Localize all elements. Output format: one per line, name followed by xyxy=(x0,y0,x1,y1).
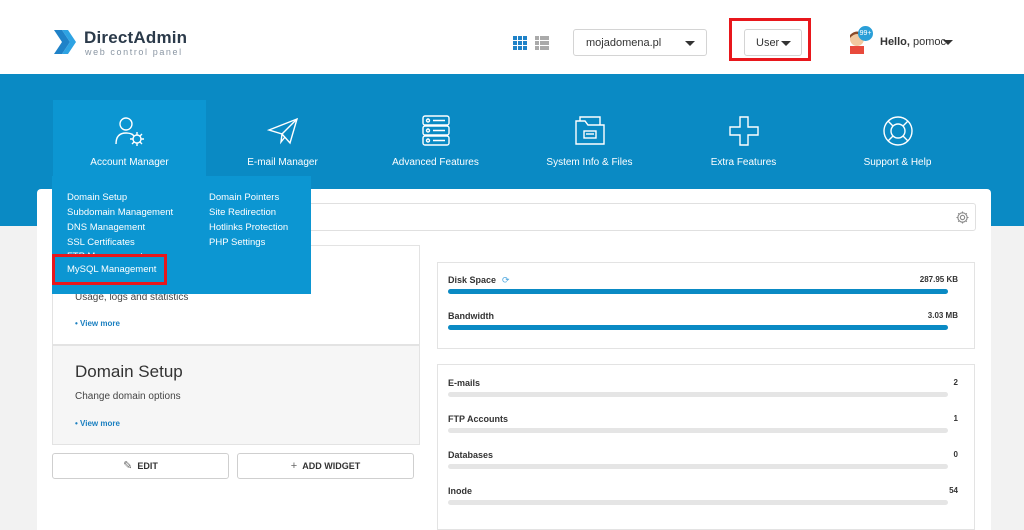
progress-fill xyxy=(448,325,948,330)
widget-description: Change domain options xyxy=(75,391,181,402)
user-greeting[interactable]: Hello, pomoc xyxy=(880,36,946,48)
menu-item-domain-pointers[interactable]: Domain Pointers xyxy=(209,190,288,205)
menu-item-dns-management[interactable]: DNS Management xyxy=(67,220,173,235)
stat-value: 3.03 MB xyxy=(927,311,958,320)
menu-item-ssl-certificates[interactable]: SSL Certificates xyxy=(67,235,173,250)
usage-panel: Disk Space ⟳ 287.95 KB Bandwidth 3.03 MB xyxy=(437,262,975,349)
directadmin-logo[interactable]: DirectAdmin web control panel xyxy=(52,26,192,58)
user-gear-icon xyxy=(114,117,144,146)
nav-system-info-files[interactable]: System Info & Files xyxy=(512,100,667,200)
menu-item-php-settings[interactable]: PHP Settings xyxy=(209,235,288,250)
stat-label: Bandwidth xyxy=(448,311,494,321)
stat-value: 287.95 KB xyxy=(919,275,958,284)
progress-bar xyxy=(448,464,948,469)
server-icon xyxy=(421,115,450,146)
menu-item-domain-setup[interactable]: Domain Setup xyxy=(67,190,173,205)
nav-label: System Info & Files xyxy=(546,157,633,168)
stat-value: 54 xyxy=(949,486,958,495)
user-level-value: User xyxy=(756,37,780,49)
nav-label: Extra Features xyxy=(710,157,777,168)
stat-label: E-mails xyxy=(448,378,481,388)
stat-ftp-accounts: FTP Accounts 1 xyxy=(448,414,958,434)
chevron-down-icon xyxy=(781,41,791,46)
progress-bar xyxy=(448,289,948,294)
progress-bar xyxy=(448,392,948,397)
progress-bar xyxy=(448,325,948,330)
stat-label: Databases xyxy=(448,450,494,460)
stat-label: FTP Accounts xyxy=(448,414,509,424)
progress-fill xyxy=(448,289,948,294)
greeting-label: Hello, xyxy=(880,36,910,48)
refresh-icon[interactable]: ⟳ xyxy=(502,275,510,286)
user-level-select[interactable]: User xyxy=(744,29,802,56)
view-more-link[interactable]: • View more xyxy=(75,419,120,428)
top-header: DirectAdmin web control panel mojadomena… xyxy=(0,0,1024,74)
stat-value: 1 xyxy=(953,414,958,423)
edit-label: EDIT xyxy=(137,461,158,471)
chevron-down-icon xyxy=(685,41,695,46)
plus-icon xyxy=(728,116,759,146)
stat-value: 0 xyxy=(953,450,958,459)
domain-select[interactable]: mojadomena.pl xyxy=(573,29,707,56)
stat-databases: Databases 0 xyxy=(448,450,958,470)
domain-select-value: mojadomena.pl xyxy=(586,37,662,49)
paper-plane-icon xyxy=(266,117,298,145)
nav-label: Support & Help xyxy=(863,157,932,168)
list-view-icon[interactable] xyxy=(535,36,549,50)
username: pomoc xyxy=(913,36,947,48)
plus-icon: + xyxy=(290,460,298,472)
logo-chevron-icon xyxy=(54,30,76,54)
menu-item-subdomain-management[interactable]: Subdomain Management xyxy=(67,205,173,220)
stat-bandwidth: Bandwidth 3.03 MB xyxy=(448,311,958,331)
pencil-icon: ✎ xyxy=(123,460,133,472)
nav-label: E-mail Manager xyxy=(247,157,318,168)
menu-item-site-redirection[interactable]: Site Redirection xyxy=(209,205,288,220)
notification-badge[interactable]: 99+ xyxy=(858,26,873,41)
grid-view-icon[interactable] xyxy=(513,36,527,50)
stat-disk-space: Disk Space ⟳ 287.95 KB xyxy=(448,275,958,295)
stat-inode: Inode 54 xyxy=(448,486,958,506)
folder-icon xyxy=(574,116,605,145)
stat-emails: E-mails 2 xyxy=(448,378,958,398)
stat-value: 2 xyxy=(953,378,958,387)
gear-icon[interactable] xyxy=(956,211,969,224)
progress-bar xyxy=(448,428,948,433)
stat-label: Disk Space ⟳ xyxy=(448,275,510,286)
dropdown-column-1: Domain Setup Subdomain Management DNS Ma… xyxy=(67,190,173,250)
edit-button[interactable]: ✎ EDIT xyxy=(52,453,229,479)
lifebuoy-icon xyxy=(882,116,913,146)
view-more-link[interactable]: • View more xyxy=(75,319,120,328)
nav-support-help[interactable]: Support & Help xyxy=(820,100,975,200)
nav-extra-features[interactable]: Extra Features xyxy=(667,100,820,200)
stat-label: Inode xyxy=(448,486,472,496)
logo-subtitle: web control panel xyxy=(85,47,183,57)
mysql-highlight-box xyxy=(52,254,167,285)
menu-item-hotlinks-protection[interactable]: Hotlinks Protection xyxy=(209,220,288,235)
widget-title: Domain Setup xyxy=(75,362,183,381)
logo-title: DirectAdmin xyxy=(84,28,188,47)
counts-panel: E-mails 2 FTP Accounts 1 Databases 0 Ino… xyxy=(437,364,975,530)
user-menu-chevron-icon[interactable] xyxy=(943,40,953,45)
add-widget-button[interactable]: + ADD WIDGET xyxy=(237,453,414,479)
nav-advanced-features[interactable]: Advanced Features xyxy=(359,100,512,200)
progress-bar xyxy=(448,500,948,505)
dropdown-column-2: Domain Pointers Site Redirection Hotlink… xyxy=(209,190,288,250)
widget-domain-setup: Domain Setup Change domain options • Vie… xyxy=(52,345,420,445)
nav-label: Advanced Features xyxy=(392,157,479,168)
add-widget-label: ADD WIDGET xyxy=(302,461,361,471)
nav-label: Account Manager xyxy=(90,157,169,168)
